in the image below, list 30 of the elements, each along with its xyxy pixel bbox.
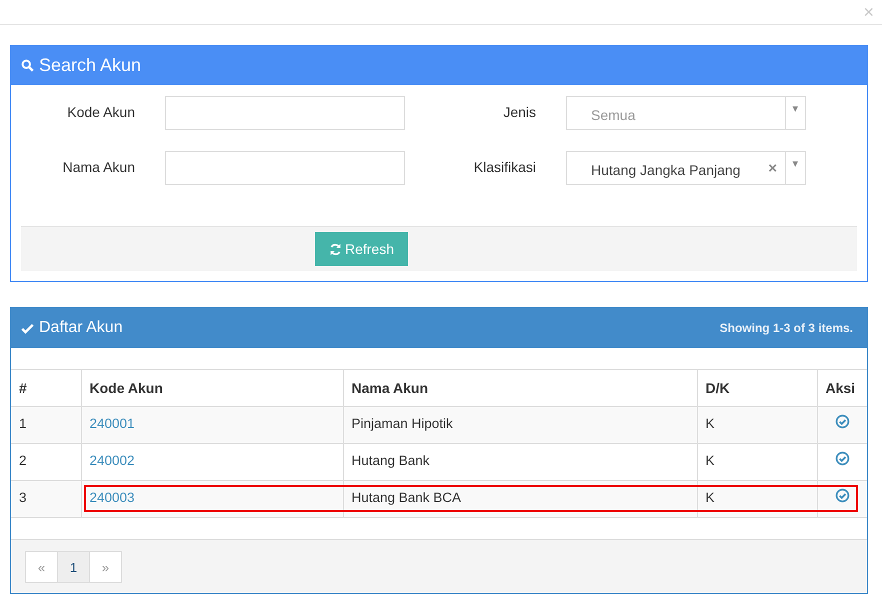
account-link[interactable]: 240002 [90,452,135,468]
select-field[interactable]: Semua ▾ [566,96,806,130]
check-icon [21,322,34,334]
field-label: Kode Akun [67,104,135,122]
page-button[interactable]: » [89,551,122,583]
search-icon [21,59,34,72]
page-button[interactable]: « [25,551,58,583]
table-cell: 3 [11,480,81,518]
field-label: Jenis [503,104,536,122]
panel-title: Search Akun [39,55,142,76]
input-field[interactable] [165,96,405,130]
account-link[interactable]: 240003 [90,490,135,504]
panel-title: Daftar Akun [39,319,123,337]
refresh-button[interactable]: Refresh [315,232,408,266]
column-header: Kode Akun [81,370,343,406]
select-check-icon[interactable] [834,451,850,466]
select-check-icon[interactable] [834,414,850,429]
clear-icon[interactable]: × [768,160,777,176]
field-label: Nama Akun [62,159,135,177]
column-header: Nama Akun [343,370,697,406]
account-link[interactable]: 240001 [90,416,135,430]
input-field[interactable] [165,151,405,185]
field-label: Klasifikasi [474,159,536,177]
page-button[interactable]: 1 [57,551,90,583]
table-cell: Hutang Bank BCA [343,480,697,518]
select-field[interactable]: Hutang Jangka Panjang × ▾ [566,151,806,185]
table-cell: K [697,480,817,518]
refresh-icon [328,242,342,256]
summary-text: Showing 1-3 of 3 items. [720,321,853,335]
select-check-icon[interactable] [834,488,850,503]
